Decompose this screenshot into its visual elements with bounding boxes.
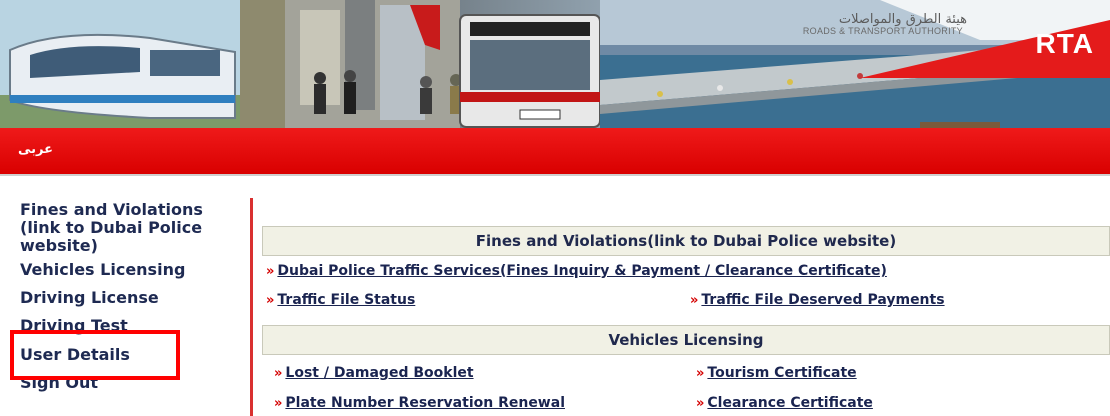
header-banner: عربى هيئة الطرق والمواصلات ROADS & TRANS… xyxy=(0,0,1110,176)
double-chevron-right-icon: » xyxy=(266,293,275,308)
link-traffic-file-status-label[interactable]: Traffic File Status xyxy=(277,292,415,308)
rta-logo: RTA xyxy=(1035,28,1094,59)
sidebar-item-driving-license[interactable]: Driving License xyxy=(20,289,242,307)
link-clearance-certificate[interactable]: » Clearance Certificate xyxy=(696,394,873,413)
sidebar-item-fines-violations[interactable]: Fines and Violations (link to Dubai Poli… xyxy=(20,201,242,255)
licensing-section-header: Vehicles Licensing xyxy=(262,325,1110,355)
link-traffic-file-status[interactable]: » Traffic File Status xyxy=(266,291,415,310)
double-chevron-right-icon: » xyxy=(690,293,699,308)
link-dubai-police-traffic-services-label[interactable]: Dubai Police Traffic Services(Fines Inqu… xyxy=(277,263,886,279)
sidebar-item-driving-test[interactable]: Driving Test xyxy=(20,317,242,335)
link-clearance-certificate-label[interactable]: Clearance Certificate xyxy=(707,395,872,411)
sidebar-divider xyxy=(250,198,253,416)
double-chevron-right-icon: » xyxy=(274,366,283,381)
fines-section-header: Fines and Violations(link to Dubai Polic… xyxy=(262,226,1110,256)
double-chevron-right-icon: » xyxy=(274,396,283,411)
sidebar-item-user-details[interactable]: User Details xyxy=(20,346,242,364)
sidebar-item-vehicles-licensing[interactable]: Vehicles Licensing xyxy=(20,261,242,279)
link-plate-number-reservation-renewal[interactable]: » Plate Number Reservation Renewal xyxy=(274,394,565,413)
link-lost-damaged-booklet-label[interactable]: Lost / Damaged Booklet xyxy=(285,365,473,381)
double-chevron-right-icon: » xyxy=(266,264,275,279)
double-chevron-right-icon: » xyxy=(696,396,705,411)
link-plate-number-reservation-renewal-label[interactable]: Plate Number Reservation Renewal xyxy=(285,395,565,411)
link-tourism-certificate-label[interactable]: Tourism Certificate xyxy=(707,365,856,381)
arabic-language-link[interactable]: عربى xyxy=(18,142,53,157)
authority-name-arabic: هيئة الطرق والمواصلات xyxy=(838,12,967,27)
link-traffic-file-deserved-payments[interactable]: » Traffic File Deserved Payments xyxy=(690,291,945,310)
link-tourism-certificate[interactable]: » Tourism Certificate xyxy=(696,364,857,383)
sidebar-item-sign-out[interactable]: Sign Out xyxy=(20,374,242,392)
link-dubai-police-traffic-services[interactable]: » Dubai Police Traffic Services(Fines Inq… xyxy=(266,262,887,281)
double-chevron-right-icon: » xyxy=(696,366,705,381)
red-banner-strip xyxy=(0,128,1110,174)
link-traffic-file-deserved-payments-label[interactable]: Traffic File Deserved Payments xyxy=(701,292,944,308)
link-lost-damaged-booklet[interactable]: » Lost / Damaged Booklet xyxy=(274,364,474,383)
authority-name-english: ROADS & TRANSPORT AUTHORITY xyxy=(802,26,963,36)
